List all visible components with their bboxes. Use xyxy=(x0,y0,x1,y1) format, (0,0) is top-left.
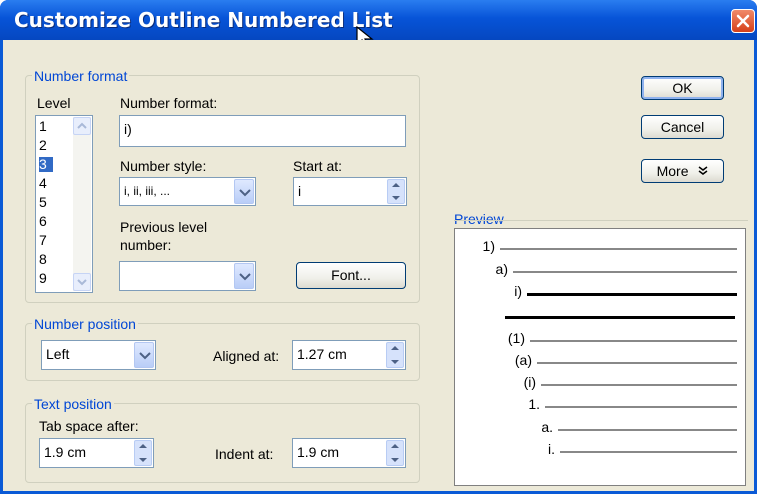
indent-at-spinner[interactable]: 1.9 cm xyxy=(292,438,406,468)
number-alignment-dropdown-button[interactable] xyxy=(134,342,154,368)
indent-at-label: Indent at: xyxy=(215,446,274,462)
preview-number-label: a) xyxy=(495,261,508,277)
scroll-down-button[interactable] xyxy=(73,273,91,291)
level-list-item[interactable]: 1 xyxy=(39,119,53,134)
number-alignment-value: Left xyxy=(46,346,70,362)
preview-line xyxy=(530,340,737,342)
level-list-item[interactable]: 5 xyxy=(39,195,53,210)
start-at-label: Start at: xyxy=(293,158,343,174)
preview-line xyxy=(505,316,735,319)
start-at-spin-buttons[interactable] xyxy=(387,179,405,204)
dialog-body: Number format Level 1 2 3 4 5 6 7 8 9 Number for… xyxy=(3,40,754,491)
indent-at-value: 1.9 cm xyxy=(297,444,340,460)
chevron-up-icon xyxy=(77,122,87,129)
level-list-item[interactable]: 3 xyxy=(39,157,53,172)
dialog-title: Customize Outline Numbered List xyxy=(14,8,393,32)
more-button[interactable]: More xyxy=(641,159,724,183)
number-position-group-title: Number position xyxy=(32,316,138,332)
previous-level-label-line2: number: xyxy=(120,237,172,253)
number-format-input[interactable]: i) xyxy=(119,115,406,147)
chevron-down-icon xyxy=(77,279,87,286)
start-at-spinner[interactable]: i xyxy=(293,177,407,206)
previous-level-label: Previous level xyxy=(120,219,208,235)
tab-space-label: Tab space after: xyxy=(39,418,139,434)
aligned-at-spinner[interactable]: 1.27 cm xyxy=(292,340,406,370)
preview-number-label: i) xyxy=(514,283,522,299)
aligned-at-value: 1.27 cm xyxy=(297,346,347,362)
number-style-dropdown-button[interactable] xyxy=(234,179,254,204)
preview-line xyxy=(537,362,737,364)
preview-number-label: 1. xyxy=(528,396,540,412)
preview-number-label: (1) xyxy=(507,330,525,346)
preview-number-label: 1) xyxy=(482,238,495,254)
number-format-group-title: Number format xyxy=(32,68,130,84)
level-list-item[interactable]: 2 xyxy=(39,138,53,153)
preview-line xyxy=(500,248,737,250)
tab-space-spin-buttons[interactable] xyxy=(134,440,152,466)
number-style-label: Number style: xyxy=(120,158,207,174)
preview-line xyxy=(560,451,737,453)
previous-level-dropdown-button[interactable] xyxy=(234,263,254,289)
indent-at-spin-buttons[interactable] xyxy=(386,440,404,466)
preview-number-label: a. xyxy=(541,419,553,435)
more-button-label: More xyxy=(656,163,689,179)
title-bar[interactable]: Customize Outline Numbered List xyxy=(0,0,757,40)
chevron-double-down-icon xyxy=(698,166,708,175)
cancel-button[interactable]: Cancel xyxy=(641,115,724,139)
level-list-item[interactable]: 4 xyxy=(39,176,53,191)
scroll-up-button[interactable] xyxy=(73,117,91,135)
preview-line xyxy=(558,429,737,431)
dialog-window: Customize Outline Numbered List Number f… xyxy=(0,0,757,494)
preview-line xyxy=(513,271,737,273)
aligned-at-label: Aligned at: xyxy=(213,348,280,364)
level-listbox[interactable]: 1 2 3 4 5 6 7 8 9 xyxy=(35,115,93,293)
aligned-at-spin-buttons[interactable] xyxy=(386,342,404,368)
tab-space-value: 1.9 cm xyxy=(44,444,87,460)
chevron-down-icon xyxy=(239,273,251,281)
level-list-item[interactable]: 6 xyxy=(39,214,53,229)
level-list-item[interactable]: 9 xyxy=(39,271,53,286)
preview-number-label: i. xyxy=(548,441,555,457)
preview-number-label: (a) xyxy=(514,352,532,368)
level-label: Level xyxy=(37,95,71,111)
preview-line xyxy=(527,293,737,296)
previous-level-dropdown[interactable] xyxy=(119,261,256,291)
number-format-label: Number format: xyxy=(120,95,218,111)
close-icon xyxy=(736,14,750,28)
level-list-item[interactable]: 8 xyxy=(39,252,53,267)
preview-number-label: (i) xyxy=(523,374,536,390)
preview-title: Preview xyxy=(454,211,504,227)
chevron-down-icon xyxy=(239,189,251,197)
preview-divider xyxy=(454,220,748,221)
tab-space-spinner[interactable]: 1.9 cm xyxy=(39,438,154,468)
text-position-group-title: Text position xyxy=(32,396,114,412)
level-scrollbar[interactable] xyxy=(73,117,91,291)
close-button[interactable] xyxy=(731,9,755,33)
number-alignment-dropdown[interactable]: Left xyxy=(41,340,156,370)
preview-line xyxy=(545,406,737,408)
number-style-value: i, ii, iii, ... xyxy=(124,184,171,198)
preview-line xyxy=(541,384,737,386)
ok-button[interactable]: OK xyxy=(641,76,724,100)
preview-box: 1) a) i) (1) (a) (i) 1. a. i. xyxy=(454,228,746,486)
chevron-down-icon xyxy=(139,352,151,360)
start-at-value: i xyxy=(298,183,302,199)
font-button[interactable]: Font... xyxy=(296,262,406,289)
number-style-dropdown[interactable]: i, ii, iii, ... xyxy=(119,177,256,206)
level-list-item[interactable]: 7 xyxy=(39,233,53,248)
